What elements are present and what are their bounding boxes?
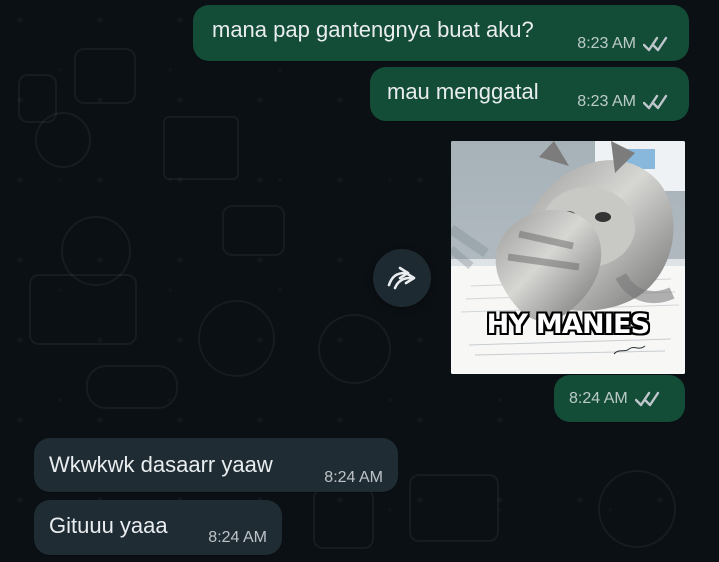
double-check-icon — [643, 93, 673, 111]
incoming-message-bubble[interactable]: Gituuu yaaa 8:24 AM — [34, 500, 282, 555]
wallpaper-doodle — [86, 365, 178, 409]
message-text: mana pap gantengnya buat aku? — [212, 17, 534, 42]
message-meta: 8:24 AM — [324, 468, 383, 487]
message-time: 8:24 AM — [324, 469, 383, 486]
message-text: Gituuu yaaa — [49, 513, 168, 538]
outgoing-message-bubble[interactable]: mau menggatal 8:23 AM — [370, 67, 689, 121]
message-time: 8:24 AM — [569, 390, 628, 407]
forward-arrow-icon[interactable] — [373, 249, 431, 307]
message-text: Wkwkwk dasaarr yaaw — [49, 452, 273, 477]
wallpaper-doodle — [35, 112, 91, 168]
outgoing-message-bubble[interactable]: mana pap gantengnya buat aku? 8:23 AM — [193, 5, 689, 61]
wallpaper-doodle — [222, 205, 285, 256]
message-meta: 8:24 AM — [569, 389, 665, 408]
message-meta: 8:23 AM — [577, 34, 673, 53]
wallpaper-doodle — [29, 274, 137, 345]
sticker-image[interactable]: HY MANIES — [451, 141, 685, 374]
wallpaper-doodle — [318, 314, 391, 384]
incoming-message-bubble[interactable]: Wkwkwk dasaarr yaaw 8:24 AM — [34, 438, 398, 492]
message-time: 8:23 AM — [577, 35, 636, 52]
wallpaper-doodle — [163, 116, 239, 180]
message-text: mau menggatal — [387, 79, 539, 104]
double-check-icon — [643, 35, 673, 53]
message-meta: 8:24 AM — [208, 528, 267, 547]
wallpaper-doodle — [313, 488, 374, 549]
wallpaper-doodle — [409, 474, 499, 542]
wallpaper-doodle — [74, 48, 136, 104]
double-check-icon — [634, 390, 665, 408]
outgoing-image-meta-bubble[interactable]: 8:24 AM — [554, 375, 685, 422]
wallpaper-doodle — [598, 470, 676, 548]
message-time: 8:24 AM — [208, 529, 267, 546]
message-meta: 8:23 AM — [577, 92, 673, 111]
image-caption: HY MANIES — [486, 309, 650, 340]
wallpaper-doodle — [198, 300, 275, 377]
message-time: 8:23 AM — [577, 93, 636, 110]
